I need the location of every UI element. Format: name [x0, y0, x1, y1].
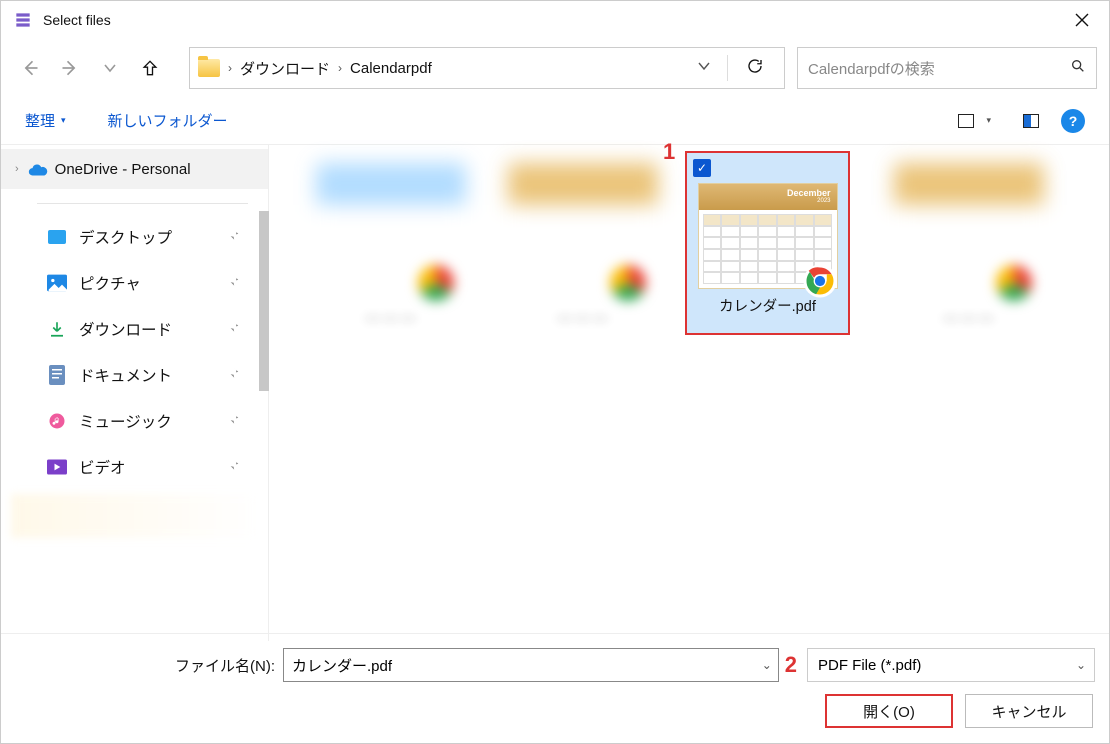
- filename-input[interactable]: カレンダー.pdf ⌄: [283, 648, 779, 682]
- expand-icon[interactable]: ›: [15, 163, 19, 175]
- cancel-button[interactable]: キャンセル: [965, 694, 1093, 728]
- music-icon: [47, 411, 67, 431]
- sidebar-music[interactable]: ミュージック: [1, 398, 268, 444]
- pin-icon: [226, 320, 240, 339]
- pin-icon: [226, 458, 240, 477]
- file-thumbnail-blurred: — — —: [495, 163, 670, 325]
- preview-month: December: [787, 188, 831, 198]
- chevron-down-icon[interactable]: ⌄: [762, 658, 772, 672]
- up-button[interactable]: [133, 51, 167, 85]
- sidebar-item-label: ミュージック: [79, 410, 172, 432]
- folder-icon: [198, 59, 220, 77]
- sidebar: › OneDrive - Personal デスクトップ ピクチャ ダウンロード…: [1, 145, 269, 641]
- scrollbar-thumb[interactable]: [259, 211, 269, 391]
- organize-menu[interactable]: 整理: [25, 110, 66, 131]
- video-icon: [47, 457, 67, 477]
- filetype-select[interactable]: PDF File (*.pdf) ⌄: [807, 648, 1095, 682]
- new-folder-button[interactable]: 新しいフォルダー: [108, 110, 228, 131]
- close-button[interactable]: [1059, 4, 1105, 36]
- pin-icon: [226, 228, 240, 247]
- sidebar-hidden-item: [11, 494, 258, 538]
- sidebar-pictures[interactable]: ピクチャ: [1, 260, 268, 306]
- sidebar-item-label: ドキュメント: [79, 364, 172, 386]
- breadcrumb-dropdown[interactable]: [687, 59, 721, 78]
- pin-icon: [226, 412, 240, 431]
- help-button[interactable]: ?: [1061, 109, 1085, 133]
- toolbar: 整理 新しいフォルダー ▾ ?: [1, 97, 1109, 145]
- filetype-value: PDF File (*.pdf): [818, 657, 921, 674]
- app-icon: [13, 10, 33, 30]
- sidebar-divider: [37, 203, 248, 204]
- pin-icon: [226, 274, 240, 293]
- sidebar-desktop[interactable]: デスクトップ: [1, 214, 268, 260]
- breadcrumb-bar[interactable]: › ダウンロード › Calendarpdf: [189, 47, 785, 89]
- pictures-icon: [47, 273, 67, 293]
- back-button[interactable]: [13, 51, 47, 85]
- search-icon: [1070, 58, 1086, 79]
- chevron-right-icon: ›: [338, 61, 342, 75]
- chevron-down-icon[interactable]: ⌄: [1076, 658, 1086, 672]
- desktop-icon: [47, 227, 67, 247]
- chrome-icon: [802, 263, 838, 299]
- sidebar-item-label: ピクチャ: [79, 272, 141, 294]
- selected-file-card[interactable]: ✓ December 2023: [685, 151, 850, 335]
- file-thumbnail-blurred: — — —: [303, 163, 478, 325]
- preview-year: 2023: [817, 198, 830, 204]
- view-mode-dropdown[interactable]: ▾: [986, 115, 991, 126]
- checkbox-checked-icon[interactable]: ✓: [693, 159, 711, 177]
- main-area: › OneDrive - Personal デスクトップ ピクチャ ダウンロード…: [1, 145, 1109, 641]
- pin-icon: [226, 366, 240, 385]
- bottom-bar: ファイル名(N): カレンダー.pdf ⌄ 2 PDF File (*.pdf)…: [1, 633, 1109, 743]
- search-input[interactable]: Calendarpdfの検索: [797, 47, 1097, 89]
- view-mode-button[interactable]: [952, 109, 980, 133]
- sidebar-item-label: デスクトップ: [79, 226, 172, 248]
- annotation-2: 2: [785, 652, 797, 678]
- download-icon: [47, 319, 67, 339]
- open-button[interactable]: 開く(O): [825, 694, 953, 728]
- sidebar-item-label: ダウンロード: [79, 318, 172, 340]
- forward-button[interactable]: [53, 51, 87, 85]
- breadcrumb-downloads[interactable]: ダウンロード: [240, 58, 330, 79]
- cloud-icon: [27, 162, 47, 176]
- sidebar-video[interactable]: ビデオ: [1, 444, 268, 490]
- sidebar-documents[interactable]: ドキュメント: [1, 352, 268, 398]
- sidebar-onedrive[interactable]: › OneDrive - Personal: [1, 149, 268, 189]
- document-icon: [47, 365, 67, 385]
- sidebar-downloads[interactable]: ダウンロード: [1, 306, 268, 352]
- file-thumbnail-blurred: — — —: [881, 163, 1056, 325]
- refresh-button[interactable]: [734, 57, 776, 80]
- filename-value: カレンダー.pdf: [292, 655, 392, 676]
- divider: [727, 55, 728, 81]
- window-title: Select files: [43, 12, 1059, 28]
- sidebar-item-label: OneDrive - Personal: [55, 161, 191, 178]
- breadcrumb-calendarpdf[interactable]: Calendarpdf: [350, 60, 432, 77]
- preview-pane-button[interactable]: [1017, 109, 1045, 133]
- recent-dropdown[interactable]: [93, 51, 127, 85]
- search-placeholder: Calendarpdfの検索: [808, 58, 1070, 79]
- nav-row: › ダウンロード › Calendarpdf Calendarpdfの検索: [1, 39, 1109, 97]
- sidebar-item-label: ビデオ: [79, 456, 126, 478]
- title-bar: Select files: [1, 1, 1109, 39]
- annotation-1: 1: [663, 139, 675, 165]
- chevron-right-icon: ›: [228, 61, 232, 75]
- filename-label: ファイル名(N):: [175, 655, 275, 676]
- file-pane[interactable]: — — — — — — — — — 1 ✓ December 2023: [269, 145, 1109, 641]
